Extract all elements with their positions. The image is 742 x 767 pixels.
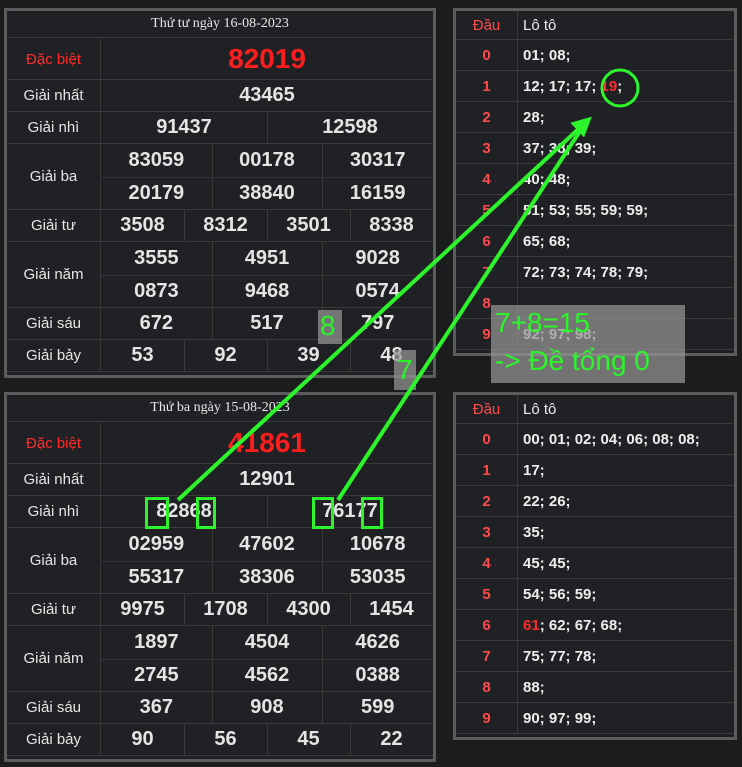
arrow-from-7 bbox=[336, 120, 588, 502]
arrow-from-8 bbox=[176, 116, 592, 502]
highlight-circle-19 bbox=[600, 68, 640, 108]
annotation-arrows bbox=[176, 68, 640, 502]
